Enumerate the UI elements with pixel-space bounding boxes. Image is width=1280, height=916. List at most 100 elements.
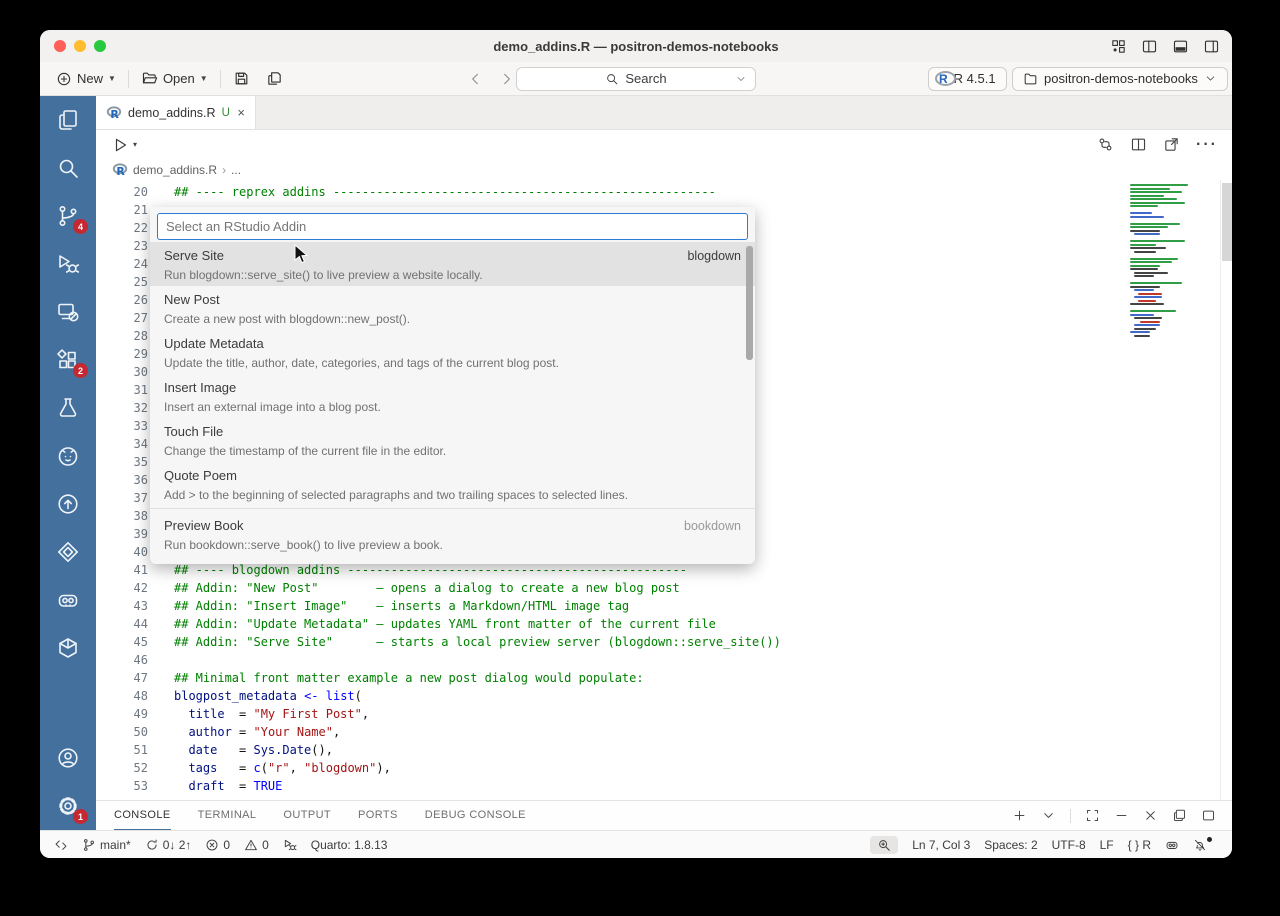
chevron-down-icon: ▾ [133, 140, 137, 149]
statusbar-encoding[interactable]: UTF-8 [1052, 838, 1086, 852]
code-line-20[interactable]: 20## ---- reprex addins ----------------… [96, 183, 1120, 201]
sidebar-item-search[interactable] [40, 144, 96, 192]
quickpick-input[interactable] [157, 213, 748, 240]
split-editor-layout-icon[interactable] [1141, 38, 1158, 55]
code-line-51[interactable]: 51 date = Sys.Date(), [96, 741, 1120, 759]
sidebar-item-settings[interactable]: 1 [40, 782, 96, 830]
layout-grid-icon[interactable] [1110, 38, 1127, 55]
quickpick-item-badge: blogdown [687, 246, 741, 266]
chevron-down-icon[interactable] [1041, 808, 1056, 823]
statusbar-zoom-control[interactable] [870, 836, 898, 854]
statusbar-errors[interactable]: 0 [205, 838, 230, 852]
statusbar-copilot[interactable] [1165, 838, 1179, 852]
window-icon[interactable] [1201, 808, 1216, 823]
activity-bar: 4 2 1 [40, 96, 96, 830]
code-line-53[interactable]: 53 draft = TRUE [96, 777, 1120, 795]
plus-icon[interactable] [1012, 808, 1027, 823]
zoom-window-button[interactable] [94, 40, 106, 52]
sidebar-item-sessions[interactable] [40, 288, 96, 336]
quickpick-item[interactable]: Preview BookbookdownRun bookdown::serve_… [150, 512, 755, 556]
restore-windows-icon[interactable] [1172, 808, 1187, 823]
panel-tab-output[interactable]: OUTPUT [283, 801, 331, 830]
quickpick-item[interactable]: Quote PoemAdd > to the beginning of sele… [150, 462, 755, 506]
forward-button[interactable] [498, 71, 514, 87]
workspace-switcher[interactable]: positron-demos-notebooks [1012, 67, 1228, 91]
quickpick-item[interactable]: New PostCreate a new post with blogdown:… [150, 286, 755, 330]
sidebar-item-package-explorer[interactable] [40, 624, 96, 672]
close-panel-icon[interactable] [1143, 808, 1158, 823]
open-button[interactable]: Open ▼ [133, 66, 216, 92]
code-line-48[interactable]: 48blogpost_metadata <- list( [96, 687, 1120, 705]
scrollbar-thumb[interactable] [1222, 183, 1232, 261]
sidebar-item-github[interactable] [40, 432, 96, 480]
quickpick-item[interactable]: Insert ImageInsert an external image int… [150, 374, 755, 418]
statusbar-language-mode[interactable]: { } R [1128, 838, 1151, 852]
code-line-46[interactable]: 46 [96, 651, 1120, 669]
quickpick-item[interactable]: Update MetadataUpdate the title, author,… [150, 330, 755, 374]
sidebar-item-gem[interactable] [40, 528, 96, 576]
panel-bottom-icon[interactable] [1172, 38, 1189, 55]
statusbar-notifications[interactable] [1193, 838, 1216, 852]
sidebar-item-publish[interactable] [40, 480, 96, 528]
debug-icon [56, 252, 80, 276]
back-button[interactable] [468, 71, 484, 87]
panel-tab-console[interactable]: CONSOLE [114, 801, 171, 830]
maximize-panel-icon[interactable] [1085, 808, 1100, 823]
close-tab-icon[interactable]: × [237, 105, 245, 120]
sidebar-item-assistant[interactable] [40, 576, 96, 624]
save-all-button[interactable] [258, 66, 291, 92]
open-changes-icon[interactable] [1097, 136, 1114, 154]
minimap-line [1130, 268, 1158, 270]
statusbar-debug-status[interactable] [283, 838, 297, 852]
code-line-45[interactable]: 45## Addin: "Serve Site" — starts a loca… [96, 633, 1120, 651]
quickpick-item-description: Create a new post with blogdown::new_pos… [164, 310, 741, 329]
r-version-button[interactable]: R R 4.5.1 [928, 67, 1007, 91]
more-actions-icon[interactable]: ··· [1196, 136, 1218, 154]
editor-scrollbar[interactable] [1220, 180, 1232, 800]
statusbar-eol[interactable]: LF [1100, 838, 1114, 852]
panel-tab-terminal[interactable]: TERMINAL [198, 801, 257, 830]
line-number: 47 [96, 669, 174, 687]
sidebar-item-testing[interactable] [40, 384, 96, 432]
minimap[interactable] [1128, 180, 1206, 800]
split-editor-icon[interactable] [1130, 136, 1147, 154]
code-line-49[interactable]: 49 title = "My First Post", [96, 705, 1120, 723]
quickpick-scrollbar[interactable] [746, 246, 753, 360]
minimize-panel-icon[interactable] [1114, 808, 1129, 823]
close-window-button[interactable] [54, 40, 66, 52]
new-button[interactable]: New ▼ [48, 66, 124, 92]
quickpick-item[interactable]: Touch FileChange the timestamp of the cu… [150, 418, 755, 462]
panel-tab-debug-console[interactable]: DEBUG CONSOLE [425, 801, 526, 830]
sidebar-item-source-control[interactable]: 4 [40, 192, 96, 240]
code-line-52[interactable]: 52 tags = c("r", "blogdown"), [96, 759, 1120, 777]
sidebar-item-extensions[interactable]: 2 [40, 336, 96, 384]
run-file-button[interactable]: ▾ [112, 136, 137, 154]
secondary-sidebar-icon[interactable] [1203, 38, 1220, 55]
statusbar-cursor-position[interactable]: Ln 7, Col 3 [912, 838, 970, 852]
open-in-new-window-icon[interactable] [1163, 136, 1180, 154]
code-line-47[interactable]: 47## Minimal front matter example a new … [96, 669, 1120, 687]
tab-demo-addins[interactable]: R demo_addins.R U × [96, 96, 256, 129]
statusbar-warnings[interactable]: 0 [244, 838, 269, 852]
statusbar-remote-indicator[interactable] [54, 838, 68, 852]
quickpick-item[interactable]: Input LaTeX Math [150, 556, 755, 564]
code-token: title [188, 705, 224, 723]
save-button[interactable] [225, 66, 258, 92]
statusbar-git-branch-status[interactable]: main* [82, 838, 131, 852]
sidebar-item-account[interactable] [40, 734, 96, 782]
code-line-44[interactable]: 44## Addin: "Update Metadata" — updates … [96, 615, 1120, 633]
breadcrumb[interactable]: R demo_addins.R › ... [96, 159, 1232, 180]
quickpick-item[interactable]: Serve SiteblogdownRun blogdown::serve_si… [150, 242, 755, 286]
panel-tab-ports[interactable]: PORTS [358, 801, 398, 830]
sidebar-item-run-and-debug[interactable] [40, 240, 96, 288]
statusbar-sync-status[interactable]: 0↓ 2↑ [145, 838, 192, 852]
search-input[interactable]: Search [516, 67, 756, 91]
code-line-43[interactable]: 43## Addin: "Insert Image" — inserts a M… [96, 597, 1120, 615]
code-line-42[interactable]: 42## Addin: "New Post" — opens a dialog … [96, 579, 1120, 597]
statusbar-quarto-version[interactable]: Quarto: 1.8.13 [311, 838, 388, 852]
sidebar-item-explorer[interactable] [40, 96, 96, 144]
statusbar-indentation[interactable]: Spaces: 2 [984, 838, 1037, 852]
code-token [174, 777, 188, 795]
code-line-50[interactable]: 50 author = "Your Name", [96, 723, 1120, 741]
minimize-window-button[interactable] [74, 40, 86, 52]
